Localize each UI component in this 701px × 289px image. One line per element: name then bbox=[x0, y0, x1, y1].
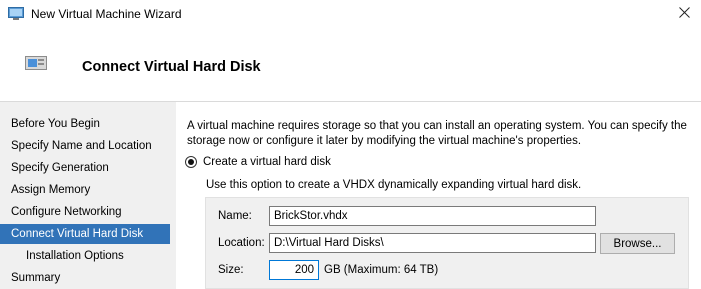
location-input[interactable] bbox=[269, 233, 596, 253]
nav-item-before-you-begin[interactable]: Before You Begin bbox=[0, 114, 170, 134]
window-title: New Virtual Machine Wizard bbox=[31, 7, 182, 21]
size-unit-label: GB (Maximum: 64 TB) bbox=[324, 264, 439, 276]
page-description: A virtual machine requires storage so th… bbox=[187, 120, 687, 147]
close-button[interactable] bbox=[668, 0, 701, 28]
size-input[interactable] bbox=[269, 260, 319, 280]
nav-item-assign-memory[interactable]: Assign Memory bbox=[0, 180, 170, 200]
create-vhd-option[interactable]: Create a virtual hard disk bbox=[185, 156, 331, 168]
browse-button[interactable]: Browse... bbox=[600, 233, 675, 254]
create-vhd-description: Use this option to create a VHDX dynamic… bbox=[206, 179, 582, 191]
close-icon bbox=[679, 7, 690, 21]
nav-item-installation-options[interactable]: Installation Options bbox=[0, 246, 170, 266]
page-title: Connect Virtual Hard Disk bbox=[82, 59, 261, 75]
name-input[interactable] bbox=[269, 206, 596, 226]
radio-selected-dot bbox=[188, 159, 194, 165]
create-vhd-radio[interactable] bbox=[185, 156, 197, 168]
create-vhd-label[interactable]: Create a virtual hard disk bbox=[203, 156, 331, 168]
vhd-settings-group: Name: Location: Browse... Size: GB (Maxi… bbox=[205, 197, 689, 289]
nav-item-summary[interactable]: Summary bbox=[0, 268, 170, 288]
wizard-nav: Before You Begin Specify Name and Locati… bbox=[0, 102, 176, 289]
name-label: Name: bbox=[218, 210, 252, 222]
nav-item-specify-generation[interactable]: Specify Generation bbox=[0, 158, 170, 178]
nav-item-specify-name-and-location[interactable]: Specify Name and Location bbox=[0, 136, 170, 156]
size-label: Size: bbox=[218, 264, 244, 276]
wizard-header: Connect Virtual Hard Disk bbox=[0, 30, 701, 102]
wizard-page-icon bbox=[25, 56, 47, 70]
nav-item-configure-networking[interactable]: Configure Networking bbox=[0, 202, 170, 222]
hyper-v-window-icon bbox=[8, 7, 24, 20]
location-label: Location: bbox=[218, 237, 265, 249]
wizard-content: A virtual machine requires storage so th… bbox=[176, 102, 701, 289]
title-bar: New Virtual Machine Wizard bbox=[0, 0, 701, 30]
nav-item-connect-virtual-hard-disk[interactable]: Connect Virtual Hard Disk bbox=[0, 224, 170, 244]
